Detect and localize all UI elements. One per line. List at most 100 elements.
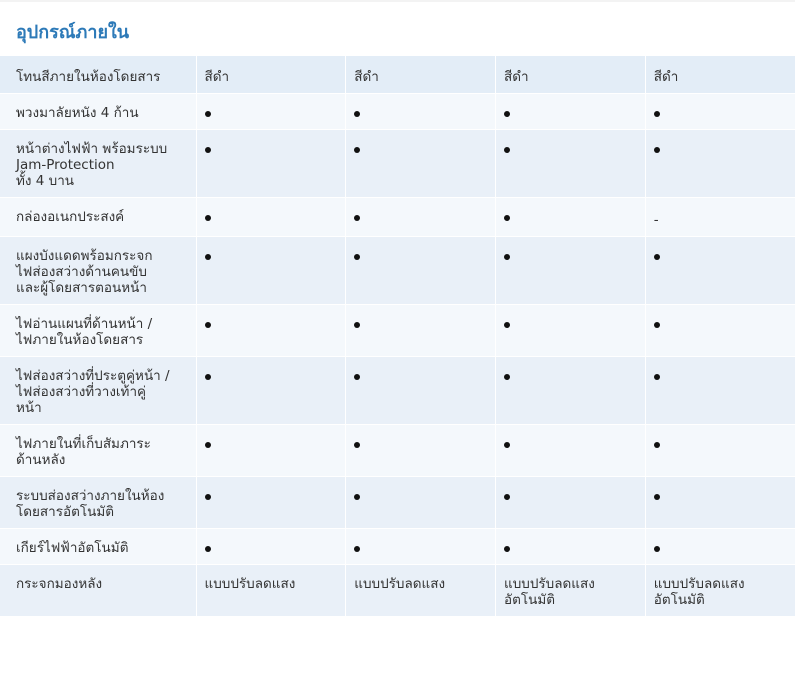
table-header-row: โทนสีภายในห้องโดยสาร สีดำ สีดำ สีดำ สีดำ: [0, 56, 795, 94]
row-label: กระจกมองหลัง: [0, 564, 197, 617]
bullet-dot-icon: [653, 374, 660, 380]
color-tone-cell: สีดำ: [196, 56, 347, 94]
value-cell: [196, 424, 347, 477]
value-cell: [196, 356, 347, 425]
value-cell: [645, 129, 795, 198]
value-cell: แบบปรับลดแสง อัตโนมัติ: [495, 564, 646, 617]
value-cell: [495, 304, 646, 357]
row-label: ไฟภายในที่เก็บสัมภาระ ด้านหลัง: [0, 424, 197, 477]
value-cell: [495, 476, 646, 529]
bullet-dot-icon: [354, 494, 361, 500]
value-cell: [495, 424, 646, 477]
bullet-dot-icon: [653, 546, 660, 552]
table-row: กล่องอเนกประสงค์ -: [0, 197, 795, 237]
bullet-dot-icon: [504, 494, 510, 500]
row-label: เกียร์ไฟฟ้าอัตโนมัติ: [0, 528, 197, 565]
row-label: ระบบส่องสว่างภายในห้อง โดยสารอัตโนมัติ: [0, 476, 197, 529]
color-tone-cell: สีดำ: [345, 56, 496, 94]
value-cell: [645, 304, 795, 357]
value-cell: [645, 476, 795, 529]
bullet-dot-icon: [653, 494, 660, 500]
value-cell: [645, 93, 795, 130]
value-cell: แบบปรับลดแสง: [345, 564, 496, 617]
bullet-dot-icon: [504, 254, 510, 260]
row-label: พวงมาลัยหนัง 4 ก้าน: [0, 93, 197, 130]
table-row: แผงบังแดดพร้อมกระจก ไฟส่องสว่างด้านคนขับแ…: [0, 236, 795, 305]
value-cell: แบบปรับลดแสง อัตโนมัติ: [645, 564, 795, 617]
bullet-dot-icon: [653, 111, 660, 117]
bullet-dot-icon: [653, 322, 660, 328]
value-cell: [345, 93, 496, 130]
value-cell: [495, 129, 646, 198]
bullet-dot-icon: [354, 111, 361, 117]
bullet-dot-icon: [354, 374, 361, 380]
table-row: เกียร์ไฟฟ้าอัตโนมัติ: [0, 528, 795, 565]
value-cell: [495, 356, 646, 425]
table-row: ไฟอ่านแผนที่ด้านหน้า / ไฟภายในห้องโดยสาร: [0, 304, 795, 357]
value-cell: [196, 197, 347, 237]
bullet-dot-icon: [504, 374, 510, 380]
bullet-dot-icon: [504, 147, 510, 153]
value-cell: [345, 197, 496, 237]
bullet-dot-icon: [204, 546, 211, 552]
bullet-dot-icon: [204, 494, 211, 500]
bullet-dot-icon: [204, 442, 211, 448]
bullet-dot-icon: [204, 147, 211, 153]
value-cell: [196, 236, 347, 305]
value-cell: [345, 304, 496, 357]
value-cell: [495, 93, 646, 130]
row-label: หน้าต่างไฟฟ้า พร้อมระบบ Jam-Protection ทั้…: [0, 129, 197, 198]
row-label: กล่องอเนกประสงค์: [0, 197, 197, 237]
table-row: ระบบส่องสว่างภายในห้อง โดยสารอัตโนมัติ: [0, 476, 795, 529]
bullet-dot-icon: [204, 254, 211, 260]
value-cell: [645, 356, 795, 425]
bullet-dot-icon: [653, 442, 660, 448]
section-header: อุปกรณ์ภายใน: [0, 0, 795, 56]
row-label: ไฟอ่านแผนที่ด้านหน้า / ไฟภายในห้องโดยสาร: [0, 304, 197, 357]
bullet-dot-icon: [653, 254, 660, 260]
color-tone-cell: สีดำ: [495, 56, 646, 94]
table-row: หน้าต่างไฟฟ้า พร้อมระบบ Jam-Protection ทั้…: [0, 129, 795, 198]
bullet-dot-icon: [204, 111, 211, 117]
value-cell: -: [645, 197, 795, 237]
value-cell: [196, 304, 347, 357]
table-row: ไฟส่องสว่างที่ประตูคู่หน้า / ไฟส่องสว่างท…: [0, 356, 795, 425]
interior-equipment-table: โทนสีภายในห้องโดยสาร สีดำ สีดำ สีดำ สีดำ พวงม…: [0, 56, 795, 617]
value-cell: แบบปรับลดแสง: [196, 564, 347, 617]
value-cell: [196, 528, 347, 565]
bullet-dot-icon: [354, 147, 361, 153]
bullet-dot-icon: [354, 442, 361, 448]
bullet-dot-icon: [354, 322, 361, 328]
bullet-dot-icon: [504, 546, 510, 552]
bullet-dot-icon: [354, 254, 361, 260]
value-cell: [345, 476, 496, 529]
value-cell: [495, 528, 646, 565]
value-cell: [495, 236, 646, 305]
bullet-dot-icon: [504, 442, 510, 448]
value-cell: [345, 356, 496, 425]
value-cell: [345, 424, 496, 477]
bullet-dot-icon: [204, 215, 211, 221]
table-row: ไฟภายในที่เก็บสัมภาระ ด้านหลัง: [0, 424, 795, 477]
bullet-dot-icon: [354, 215, 361, 221]
bullet-dot-icon: [204, 322, 211, 328]
value-cell: [196, 93, 347, 130]
row-label: โทนสีภายในห้องโดยสาร: [0, 56, 197, 94]
value-cell: [645, 236, 795, 305]
bullet-dot-icon: [504, 322, 510, 328]
value-cell: [345, 528, 496, 565]
value-cell: [645, 528, 795, 565]
color-tone-cell: สีดำ: [645, 56, 795, 94]
row-label: แผงบังแดดพร้อมกระจก ไฟส่องสว่างด้านคนขับแ…: [0, 236, 197, 305]
bullet-dot-icon: [204, 374, 211, 380]
section-title: อุปกรณ์ภายใน: [16, 22, 130, 43]
bullet-dot-icon: [504, 111, 510, 117]
value-cell: [345, 236, 496, 305]
value-cell: [645, 424, 795, 477]
table-row: พวงมาลัยหนัง 4 ก้าน: [0, 93, 795, 130]
value-cell: [196, 476, 347, 529]
value-cell: [196, 129, 347, 198]
not-available-dash: -: [653, 212, 659, 228]
bullet-dot-icon: [504, 215, 510, 221]
table-row: กระจกมองหลัง แบบปรับลดแสง แบบปรับลดแสง แบบป…: [0, 564, 795, 617]
